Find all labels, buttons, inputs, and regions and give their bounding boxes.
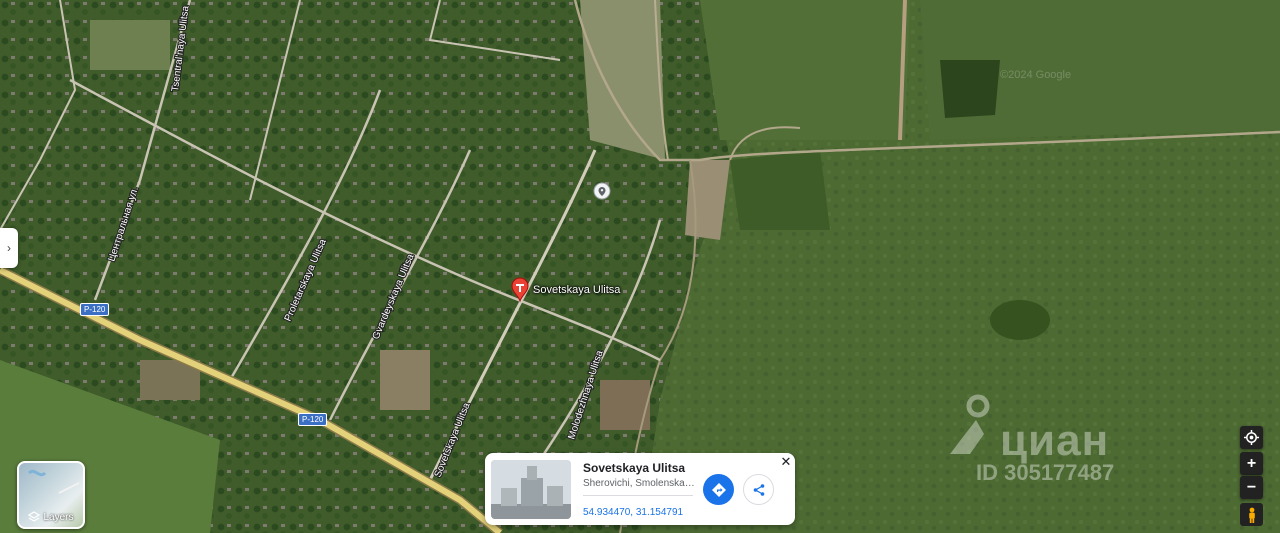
share-icon — [753, 483, 764, 496]
zoom-out-button[interactable]: − — [1240, 476, 1263, 499]
directions-icon — [711, 482, 726, 497]
street-view-preview — [491, 460, 571, 519]
locate-me-button[interactable] — [1240, 426, 1263, 449]
pegman-icon — [1248, 507, 1255, 523]
place-thumbnail[interactable] — [491, 460, 571, 519]
layers-button[interactable]: Layers — [17, 461, 85, 529]
place-coordinates[interactable]: 54.934470, 31.154791 — [583, 507, 683, 518]
place-info-card[interactable]: Sovetskaya Ulitsa Sherovichi, Smolenskay… — [485, 453, 795, 525]
imagery-credit: ©2024 Google — [1000, 69, 1071, 81]
layers-label: Layers — [43, 511, 74, 523]
pin-label: Sovetskaya Ulitsa — [533, 284, 621, 296]
locate-me-icon — [1244, 430, 1259, 445]
layers-icon — [28, 511, 41, 522]
place-marker-icon[interactable] — [593, 182, 611, 200]
place-title[interactable]: Sovetskaya Ulitsa — [583, 461, 685, 475]
route-badge: P-120 — [80, 303, 110, 316]
layers-thumbnail — [27, 469, 80, 494]
chevron-right-icon: › — [7, 241, 11, 255]
expand-sidebar-button[interactable]: › — [0, 228, 18, 268]
zoom-in-button[interactable]: + — [1240, 452, 1263, 475]
divider — [583, 495, 693, 496]
share-button[interactable] — [743, 474, 774, 505]
pegman-button[interactable] — [1240, 503, 1263, 526]
close-icon[interactable]: ✕ — [779, 454, 793, 469]
route-badge: P-120 — [298, 413, 328, 426]
place-subtitle: Sherovichi, Smolenskay… — [583, 478, 697, 489]
directions-button[interactable] — [703, 474, 734, 505]
